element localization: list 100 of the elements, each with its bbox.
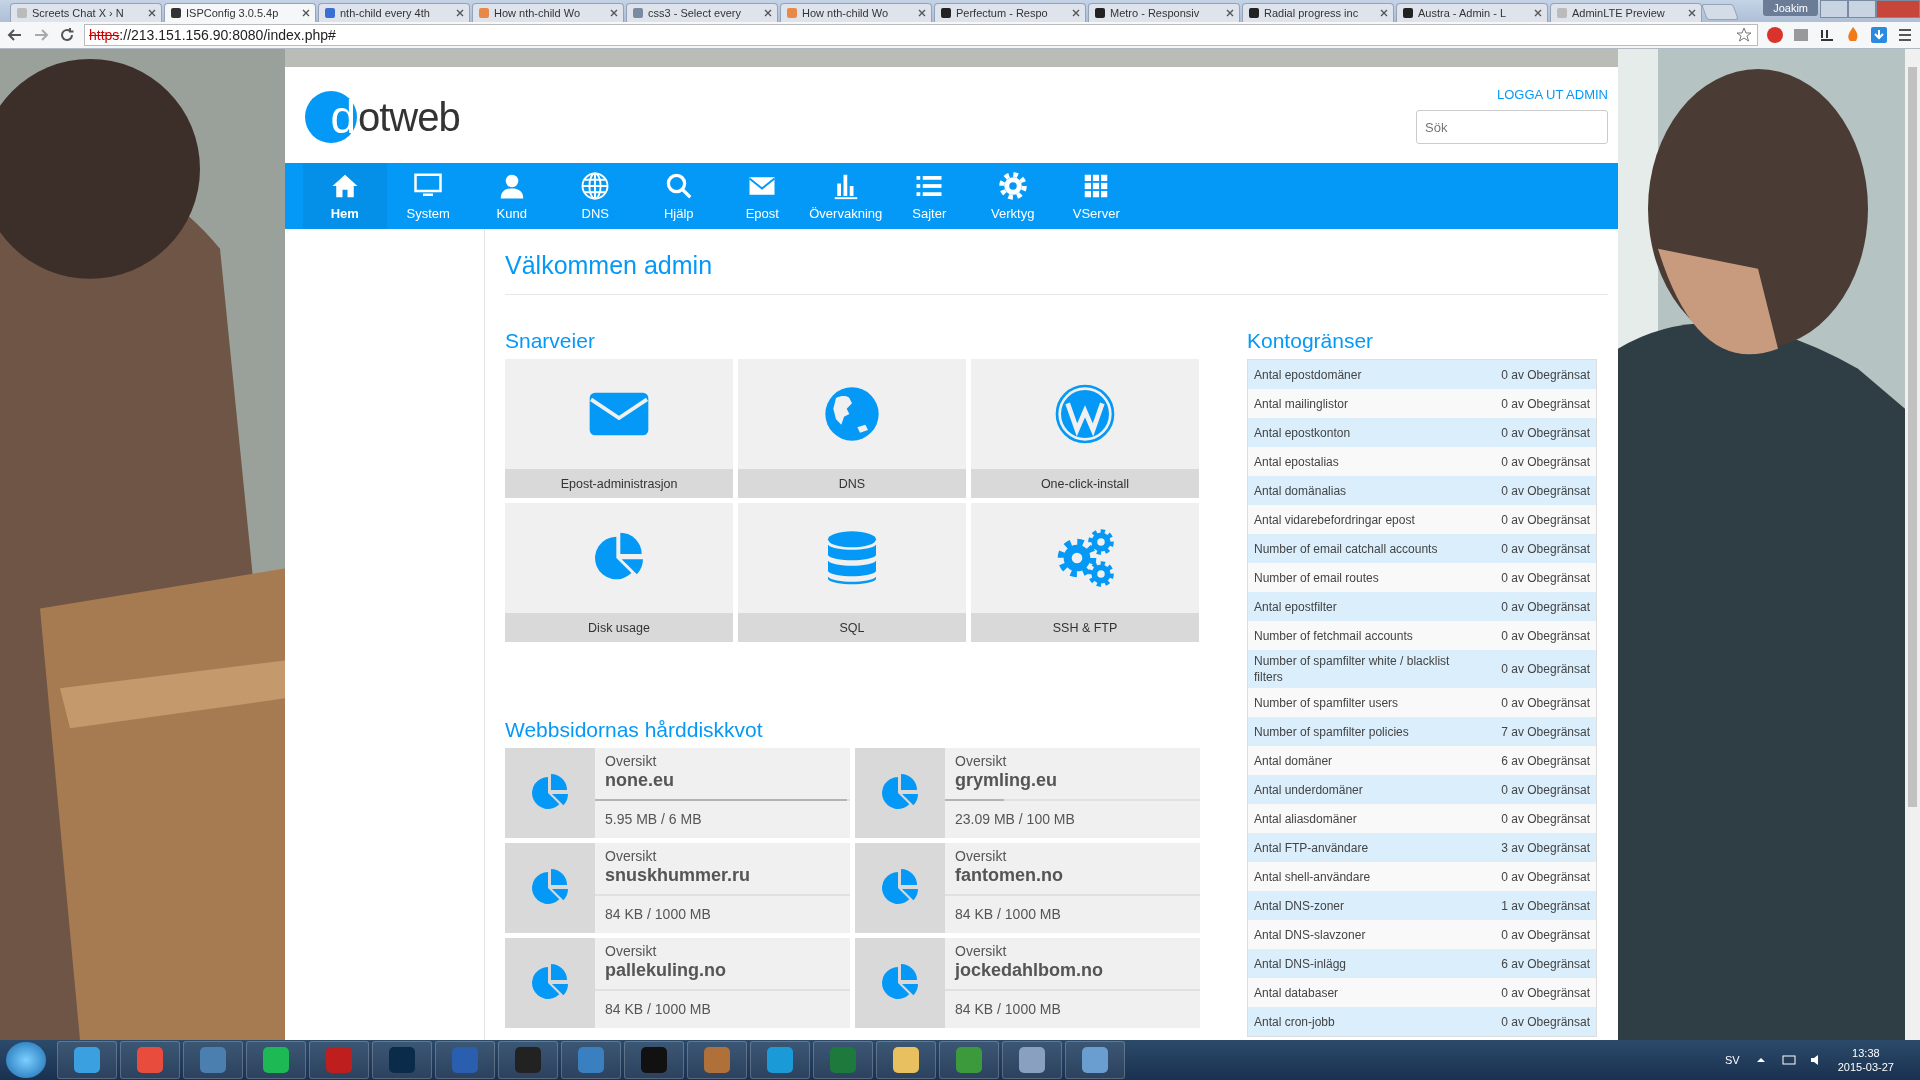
menu-icon[interactable] bbox=[1896, 26, 1914, 44]
browser-tab[interactable]: Screets Chat X › N bbox=[10, 3, 162, 22]
shortcut-tile[interactable]: SSH & FTP bbox=[971, 503, 1199, 642]
browser-tab[interactable]: css3 - Select every bbox=[626, 3, 778, 22]
table-cell: 0 av Obegränsat bbox=[1501, 570, 1590, 585]
table-cell: 0 av Obegränsat bbox=[1501, 927, 1590, 942]
section-title: Snarveier bbox=[505, 329, 596, 353]
maximize-button[interactable] bbox=[1848, 0, 1876, 18]
table-cell-text: Antal mailinglistor bbox=[1254, 395, 1350, 413]
table-cell-text: Antal FTP-användare bbox=[1254, 839, 1370, 857]
page-icon bbox=[324, 7, 336, 19]
table-cell-text: Antal databaser bbox=[1254, 984, 1340, 1002]
close-icon[interactable] bbox=[1380, 9, 1388, 17]
search-field[interactable]: Sök bbox=[1416, 110, 1608, 144]
table-cell-text: Antal shell-användare bbox=[1254, 868, 1372, 886]
table-cell-text: Number of email catchall accounts bbox=[1254, 540, 1439, 558]
card-caption: Oversikt bbox=[954, 753, 1008, 769]
browser-tab[interactable]: AdminLTE Preview bbox=[1550, 3, 1702, 22]
usage-text: 5.95 MB / 6 MB bbox=[604, 811, 703, 827]
table-cell-text: Number of email routes bbox=[1254, 569, 1380, 587]
section-title: Webbsidornas hårddiskkvot bbox=[505, 718, 764, 742]
page-icon bbox=[170, 7, 182, 19]
clock-date[interactable]: 2015-03-27 bbox=[1837, 1061, 1894, 1073]
taskbar-app-icon[interactable] bbox=[246, 1041, 306, 1079]
browser-tab[interactable]: Perfectum - Respo bbox=[934, 3, 1086, 22]
taskbar-app-icon[interactable] bbox=[939, 1041, 999, 1079]
close-icon[interactable] bbox=[1226, 9, 1234, 17]
close-icon[interactable] bbox=[1534, 9, 1542, 17]
table-cell: 0 av Obegränsat bbox=[1501, 599, 1590, 614]
browser-tab[interactable]: Austra - Admin - L bbox=[1396, 3, 1548, 22]
profile-name[interactable]: Joakim bbox=[1763, 0, 1818, 16]
start-button[interactable] bbox=[6, 1042, 46, 1078]
taskbar-app-icon[interactable] bbox=[57, 1041, 117, 1079]
shortcut-tile[interactable]: SQL bbox=[738, 503, 966, 642]
globe-icon bbox=[580, 171, 611, 201]
close-icon[interactable] bbox=[456, 9, 464, 17]
browser-tab[interactable]: ISPConfig 3.0.5.4p bbox=[164, 3, 316, 22]
table-cell: 0 av Obegränsat bbox=[1501, 512, 1590, 527]
card-caption: Oversikt bbox=[604, 848, 658, 864]
taskbar-app-icon[interactable] bbox=[561, 1041, 621, 1079]
taskbar-app-icon[interactable] bbox=[183, 1041, 243, 1079]
address-bar[interactable]: https://213.151.156.90:8080/index.php# bbox=[84, 24, 1758, 46]
close-icon[interactable] bbox=[148, 9, 156, 17]
taskbar-app-icon[interactable] bbox=[750, 1041, 810, 1079]
download-icon[interactable] bbox=[1870, 26, 1888, 44]
browser-tab[interactable]: Radial progress inc bbox=[1242, 3, 1394, 22]
domain-name: snuskhummer.ru bbox=[604, 865, 752, 886]
close-icon[interactable] bbox=[1072, 9, 1080, 17]
close-icon[interactable] bbox=[1688, 9, 1696, 17]
taskbar-app-icon[interactable] bbox=[372, 1041, 432, 1079]
usage-text: 84 KB / 1000 MB bbox=[954, 1001, 1062, 1017]
page-icon bbox=[1402, 7, 1414, 19]
usage-text: 84 KB / 1000 MB bbox=[604, 906, 712, 922]
page-icon bbox=[1556, 7, 1568, 19]
close-icon[interactable] bbox=[918, 9, 926, 17]
star-icon[interactable] bbox=[1735, 26, 1753, 44]
shortcut-tile[interactable]: Disk usage bbox=[505, 503, 733, 642]
reload-icon[interactable] bbox=[58, 26, 76, 44]
table-cell-text: Antal DNS-inlägg bbox=[1254, 955, 1348, 973]
network-icon[interactable] bbox=[1781, 1053, 1796, 1067]
taskbar-app-icon[interactable] bbox=[1002, 1041, 1062, 1079]
close-icon[interactable] bbox=[302, 9, 310, 17]
page-title: Välkommen admin bbox=[505, 251, 1608, 295]
scrollbar[interactable] bbox=[1905, 49, 1920, 1040]
taskbar-app-icon[interactable] bbox=[1065, 1041, 1125, 1079]
table-cell-text: Antal epostfilter bbox=[1254, 598, 1338, 616]
taskbar-app-icon[interactable] bbox=[498, 1041, 558, 1079]
table-cell: 1 av Obegränsat bbox=[1501, 898, 1590, 913]
table-cell: 0 av Obegränsat bbox=[1501, 869, 1590, 884]
table-cell: 6 av Obegränsat bbox=[1501, 956, 1590, 971]
taskbar-app-icon[interactable] bbox=[624, 1041, 684, 1079]
table-cell-text: Antal epostalias bbox=[1254, 453, 1340, 471]
table-cell-text: Antal domänalias bbox=[1254, 482, 1348, 500]
table-cell: 0 av Obegränsat bbox=[1501, 483, 1590, 498]
table-cell-text: Antal domäner bbox=[1254, 752, 1334, 770]
table-cell: 0 av Obegränsat bbox=[1501, 985, 1590, 1000]
clock-time[interactable]: 13:38 bbox=[1852, 1047, 1880, 1059]
card-caption: Oversikt bbox=[604, 753, 658, 769]
shortcut-tile[interactable]: Epost-administrasjon bbox=[505, 359, 733, 498]
language-indicator[interactable]: SV bbox=[1725, 1054, 1740, 1066]
taskbar-app-icon[interactable] bbox=[876, 1041, 936, 1079]
table-cell-text: Number of spamfilter users bbox=[1254, 694, 1400, 712]
domain-name: fantomen.no bbox=[954, 865, 1064, 886]
table-cell-text: Antal DNS-zoner bbox=[1254, 897, 1346, 915]
table-cell: 0 av Obegränsat bbox=[1501, 454, 1590, 469]
minimize-button[interactable] bbox=[1820, 0, 1848, 18]
page-icon bbox=[1248, 7, 1260, 19]
close-icon[interactable] bbox=[610, 9, 618, 17]
usage-text: 23.09 MB / 100 MB bbox=[954, 811, 1076, 827]
shortcut-tile[interactable]: DNS bbox=[738, 359, 966, 498]
browser-tab[interactable]: Metro - Responsiv bbox=[1088, 3, 1240, 22]
taskbar-app-icon[interactable] bbox=[687, 1041, 747, 1079]
shortcut-tile[interactable]: One-click-install bbox=[971, 359, 1199, 498]
taskbar-app-icon[interactable] bbox=[120, 1041, 180, 1079]
browser-tab[interactable]: How nth-child Wo bbox=[780, 3, 932, 22]
table-cell: 3 av Obegränsat bbox=[1501, 840, 1590, 855]
table-cell: 0 av Obegränsat bbox=[1501, 541, 1590, 556]
close-icon[interactable] bbox=[764, 9, 772, 17]
browser-tab[interactable]: How nth-child Wo bbox=[472, 3, 624, 22]
browser-tab[interactable]: nth-child every 4th bbox=[318, 3, 470, 22]
